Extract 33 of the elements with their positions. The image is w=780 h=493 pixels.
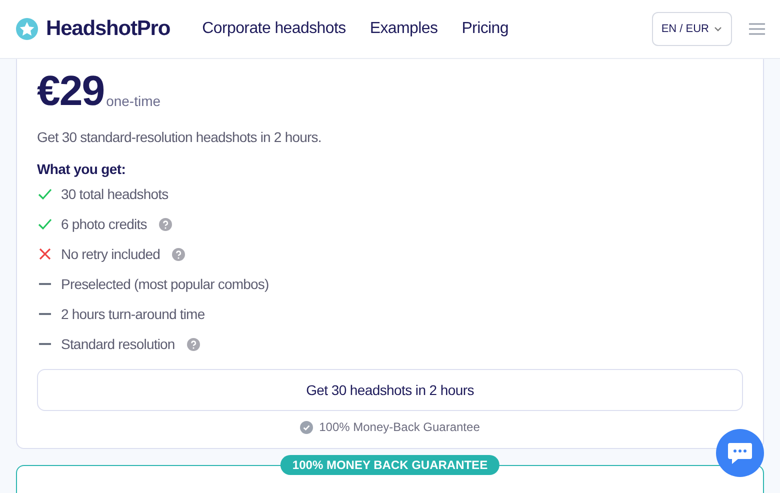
- guarantee-badge: 100% MONEY BACK GUARANTEE: [280, 455, 500, 475]
- menu-icon: [748, 21, 766, 37]
- plan-description: Get 30 standard-resolution headshots in 2 hours.: [37, 129, 322, 145]
- dash-icon: [39, 283, 51, 285]
- cta-button[interactable]: Get 30 headshots in 2 hours: [37, 369, 743, 411]
- check-icon: [37, 186, 53, 202]
- feature-text: 30 total headshots: [61, 186, 168, 202]
- menu-button[interactable]: [748, 21, 766, 37]
- nav-link[interactable]: Corporate headshots: [202, 20, 346, 38]
- chat-icon: [727, 441, 753, 465]
- help-icon[interactable]: [158, 218, 172, 230]
- feature-text: No retry included: [61, 246, 160, 262]
- cross-icon: [37, 246, 53, 262]
- dash-icon: [39, 343, 51, 345]
- nav-link[interactable]: Pricing: [462, 20, 508, 38]
- nav-link[interactable]: Examples: [370, 20, 438, 38]
- verified-badge-icon: [300, 420, 314, 434]
- features-heading: What you get:: [37, 161, 127, 177]
- chevron-icon: [713, 24, 723, 34]
- help-icon[interactable]: [172, 248, 186, 260]
- price-period: one-time: [106, 93, 161, 109]
- check-icon: [37, 216, 53, 232]
- help-icon[interactable]: [186, 338, 200, 350]
- logo-text[interactable]: HeadshotPro: [46, 17, 170, 41]
- feature-text: Standard resolution: [61, 336, 175, 352]
- logo-icon: [15, 17, 39, 41]
- dash-icon: [39, 313, 51, 315]
- locale-select[interactable]: EN / EUR: [652, 12, 732, 46]
- price: €29: [37, 67, 104, 115]
- feature-text: 6 photo credits: [61, 216, 147, 232]
- guarantee-text: 100% Money-Back Guarantee: [319, 420, 480, 434]
- feature-text: 2 hours turn-around time: [61, 306, 205, 322]
- feature-text: Preselected (most popular combos): [61, 276, 269, 292]
